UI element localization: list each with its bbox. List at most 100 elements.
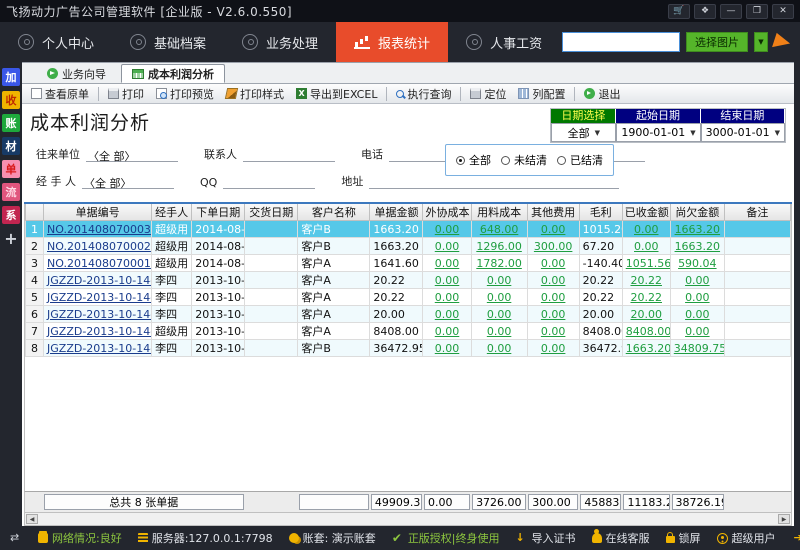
sidebar-item-6[interactable]: 系 (2, 206, 20, 224)
cell-5-7[interactable]: 0.00 (471, 306, 527, 323)
cell-3-10[interactable]: 20.22 (622, 272, 670, 289)
table-row[interactable]: 4JGZZD-2013-10-14-009李四2013-10-1客户A20.22… (26, 272, 791, 289)
nav-item-chart[interactable]: 报表统计 (336, 22, 448, 62)
col-header-5[interactable]: 单据金额 (370, 204, 423, 221)
status-lock[interactable]: 锁屏 (666, 530, 701, 546)
toolbar-button-print-preview[interactable]: 打印预览 (151, 85, 219, 103)
status-support[interactable]: 在线客服 (592, 530, 650, 546)
cell-1-6[interactable]: 0.00 (423, 238, 471, 255)
cell-1-7[interactable]: 1296.00 (471, 238, 527, 255)
nav-item-archive[interactable]: 基础档案 (112, 22, 224, 62)
table-row[interactable]: 8JGZZD-2013-10-14-002李四2013-10-1客户B36472… (26, 340, 791, 357)
filter-input-0-1[interactable] (243, 148, 335, 162)
table-row[interactable]: 2NO.201408070002超级用2014-08-0客户B1663.200.… (26, 238, 791, 255)
horn-icon[interactable] (772, 32, 792, 51)
sidebar-item-4[interactable]: 单 (2, 160, 20, 178)
toolbar-button-search[interactable]: 执行查询 (391, 85, 456, 103)
cell-4-11[interactable]: 0.00 (670, 289, 724, 306)
cell-3-11[interactable]: 0.00 (670, 272, 724, 289)
image-search-input[interactable] (562, 32, 680, 52)
radio-option-1[interactable]: 未结清 (501, 152, 547, 168)
cell-2-6[interactable]: 0.00 (423, 255, 471, 272)
col-header-11[interactable]: 尚欠金额 (670, 204, 724, 221)
toolbar-button-excel[interactable]: 导出到EXCEL (291, 85, 382, 103)
table-row[interactable]: 7JGZZD-2013-10-14-004超级用2013-10-1客户A8408… (26, 323, 791, 340)
cell-5-0[interactable]: JGZZD-2013-10-14-007 (44, 306, 152, 323)
toolbar-button-view-doc[interactable]: 查看原单 (26, 85, 94, 103)
cell-2-7[interactable]: 1782.00 (471, 255, 527, 272)
cell-5-8[interactable]: 0.00 (527, 306, 579, 323)
cell-4-8[interactable]: 0.00 (527, 289, 579, 306)
filter-input-1-0[interactable]: 〈全 部〉 (82, 175, 174, 189)
table-row[interactable]: 3NO.201408070001超级用2014-08-0客户A1641.600.… (26, 255, 791, 272)
nav-item-hr[interactable]: 人事工资 (448, 22, 560, 62)
cell-4-7[interactable]: 0.00 (471, 289, 527, 306)
tab-inactive-0[interactable]: 业务向导 (36, 64, 117, 83)
scroll-left-icon[interactable]: ◀ (26, 514, 38, 524)
col-header-6[interactable]: 外协成本 (423, 204, 471, 221)
cell-2-0[interactable]: NO.201408070001 (44, 255, 152, 272)
close-button[interactable]: ✕ (772, 4, 794, 19)
sidebar-item-5[interactable]: 流 (2, 183, 20, 201)
maximize-button[interactable]: ❐ (746, 4, 768, 19)
col-header-2[interactable]: 下单日期 (192, 204, 245, 221)
cell-7-11[interactable]: 34809.75 (670, 340, 724, 357)
cell-7-7[interactable]: 0.00 (471, 340, 527, 357)
cell-1-8[interactable]: 300.00 (527, 238, 579, 255)
sidebar-item-1[interactable]: 收 (2, 91, 20, 109)
cell-6-0[interactable]: JGZZD-2013-10-14-004 (44, 323, 152, 340)
cell-5-11[interactable]: 0.00 (670, 306, 724, 323)
cell-4-10[interactable]: 20.22 (622, 289, 670, 306)
cell-6-7[interactable]: 0.00 (471, 323, 527, 340)
cell-0-6[interactable]: 0.00 (423, 221, 471, 238)
col-header-4[interactable]: 客户名称 (298, 204, 370, 221)
col-rownum[interactable] (26, 204, 44, 221)
cell-0-0[interactable]: NO.201408070003 (44, 221, 152, 238)
filter-input-1-1[interactable] (223, 175, 315, 189)
sidebar-add-button[interactable]: + (2, 229, 20, 247)
cell-0-8[interactable]: 0.00 (527, 221, 579, 238)
status-switch-user[interactable]: ➔切换用户 (794, 530, 800, 546)
cell-0-7[interactable]: 648.00 (471, 221, 527, 238)
toolbar-button-print-style[interactable]: 打印样式 (221, 85, 289, 103)
radio-option-2[interactable]: 已结清 (557, 152, 603, 168)
cell-4-0[interactable]: JGZZD-2013-10-14-008 (44, 289, 152, 306)
cell-6-8[interactable]: 0.00 (527, 323, 579, 340)
filter-input-0-0[interactable]: 〈全 部〉 (86, 148, 178, 162)
cell-7-10[interactable]: 1663.20 (622, 340, 670, 357)
col-header-12[interactable]: 备注 (724, 204, 790, 221)
filter-input-1-2[interactable] (369, 175, 619, 189)
toolbar-button-locate[interactable]: 定位 (465, 85, 511, 103)
cell-5-6[interactable]: 0.00 (423, 306, 471, 323)
minimize-button[interactable]: — (720, 4, 742, 19)
cell-0-11[interactable]: 1663.20 (670, 221, 724, 238)
radio-option-0[interactable]: 全部 (456, 152, 491, 168)
sidebar-item-3[interactable]: 材 (2, 137, 20, 155)
col-header-10[interactable]: 已收金额 (622, 204, 670, 221)
cell-2-10[interactable]: 1051.56 (622, 255, 670, 272)
cell-4-6[interactable]: 0.00 (423, 289, 471, 306)
cell-1-0[interactable]: NO.201408070002 (44, 238, 152, 255)
horizontal-scrollbar[interactable]: ◀ ▶ (24, 513, 792, 526)
cell-0-10[interactable]: 0.00 (622, 221, 670, 238)
cell-6-6[interactable]: 0.00 (423, 323, 471, 340)
nav-item-business[interactable]: 业务处理 (224, 22, 336, 62)
sidebar-item-2[interactable]: 账 (2, 114, 20, 132)
col-header-3[interactable]: 交货日期 (245, 204, 298, 221)
cell-7-6[interactable]: 0.00 (423, 340, 471, 357)
cell-2-11[interactable]: 590.04 (670, 255, 724, 272)
choose-image-dropdown[interactable]: ▼ (754, 32, 768, 52)
cell-3-6[interactable]: 0.00 (423, 272, 471, 289)
cell-7-8[interactable]: 0.00 (527, 340, 579, 357)
cell-6-11[interactable]: 0.00 (670, 323, 724, 340)
cell-7-0[interactable]: JGZZD-2013-10-14-002 (44, 340, 152, 357)
theme-icon[interactable]: ❖ (694, 4, 716, 19)
scroll-right-icon[interactable]: ▶ (778, 514, 790, 524)
status-sync[interactable]: ⇄ (10, 533, 22, 543)
col-header-7[interactable]: 用料成本 (471, 204, 527, 221)
cell-3-8[interactable]: 0.00 (527, 272, 579, 289)
status-current-user[interactable]: 超级用户 (717, 530, 776, 546)
toolbar-button-print[interactable]: 打印 (103, 85, 149, 103)
toolbar-button-column-config[interactable]: 列配置 (513, 85, 570, 103)
cart-icon[interactable]: 🛒 (668, 4, 690, 19)
